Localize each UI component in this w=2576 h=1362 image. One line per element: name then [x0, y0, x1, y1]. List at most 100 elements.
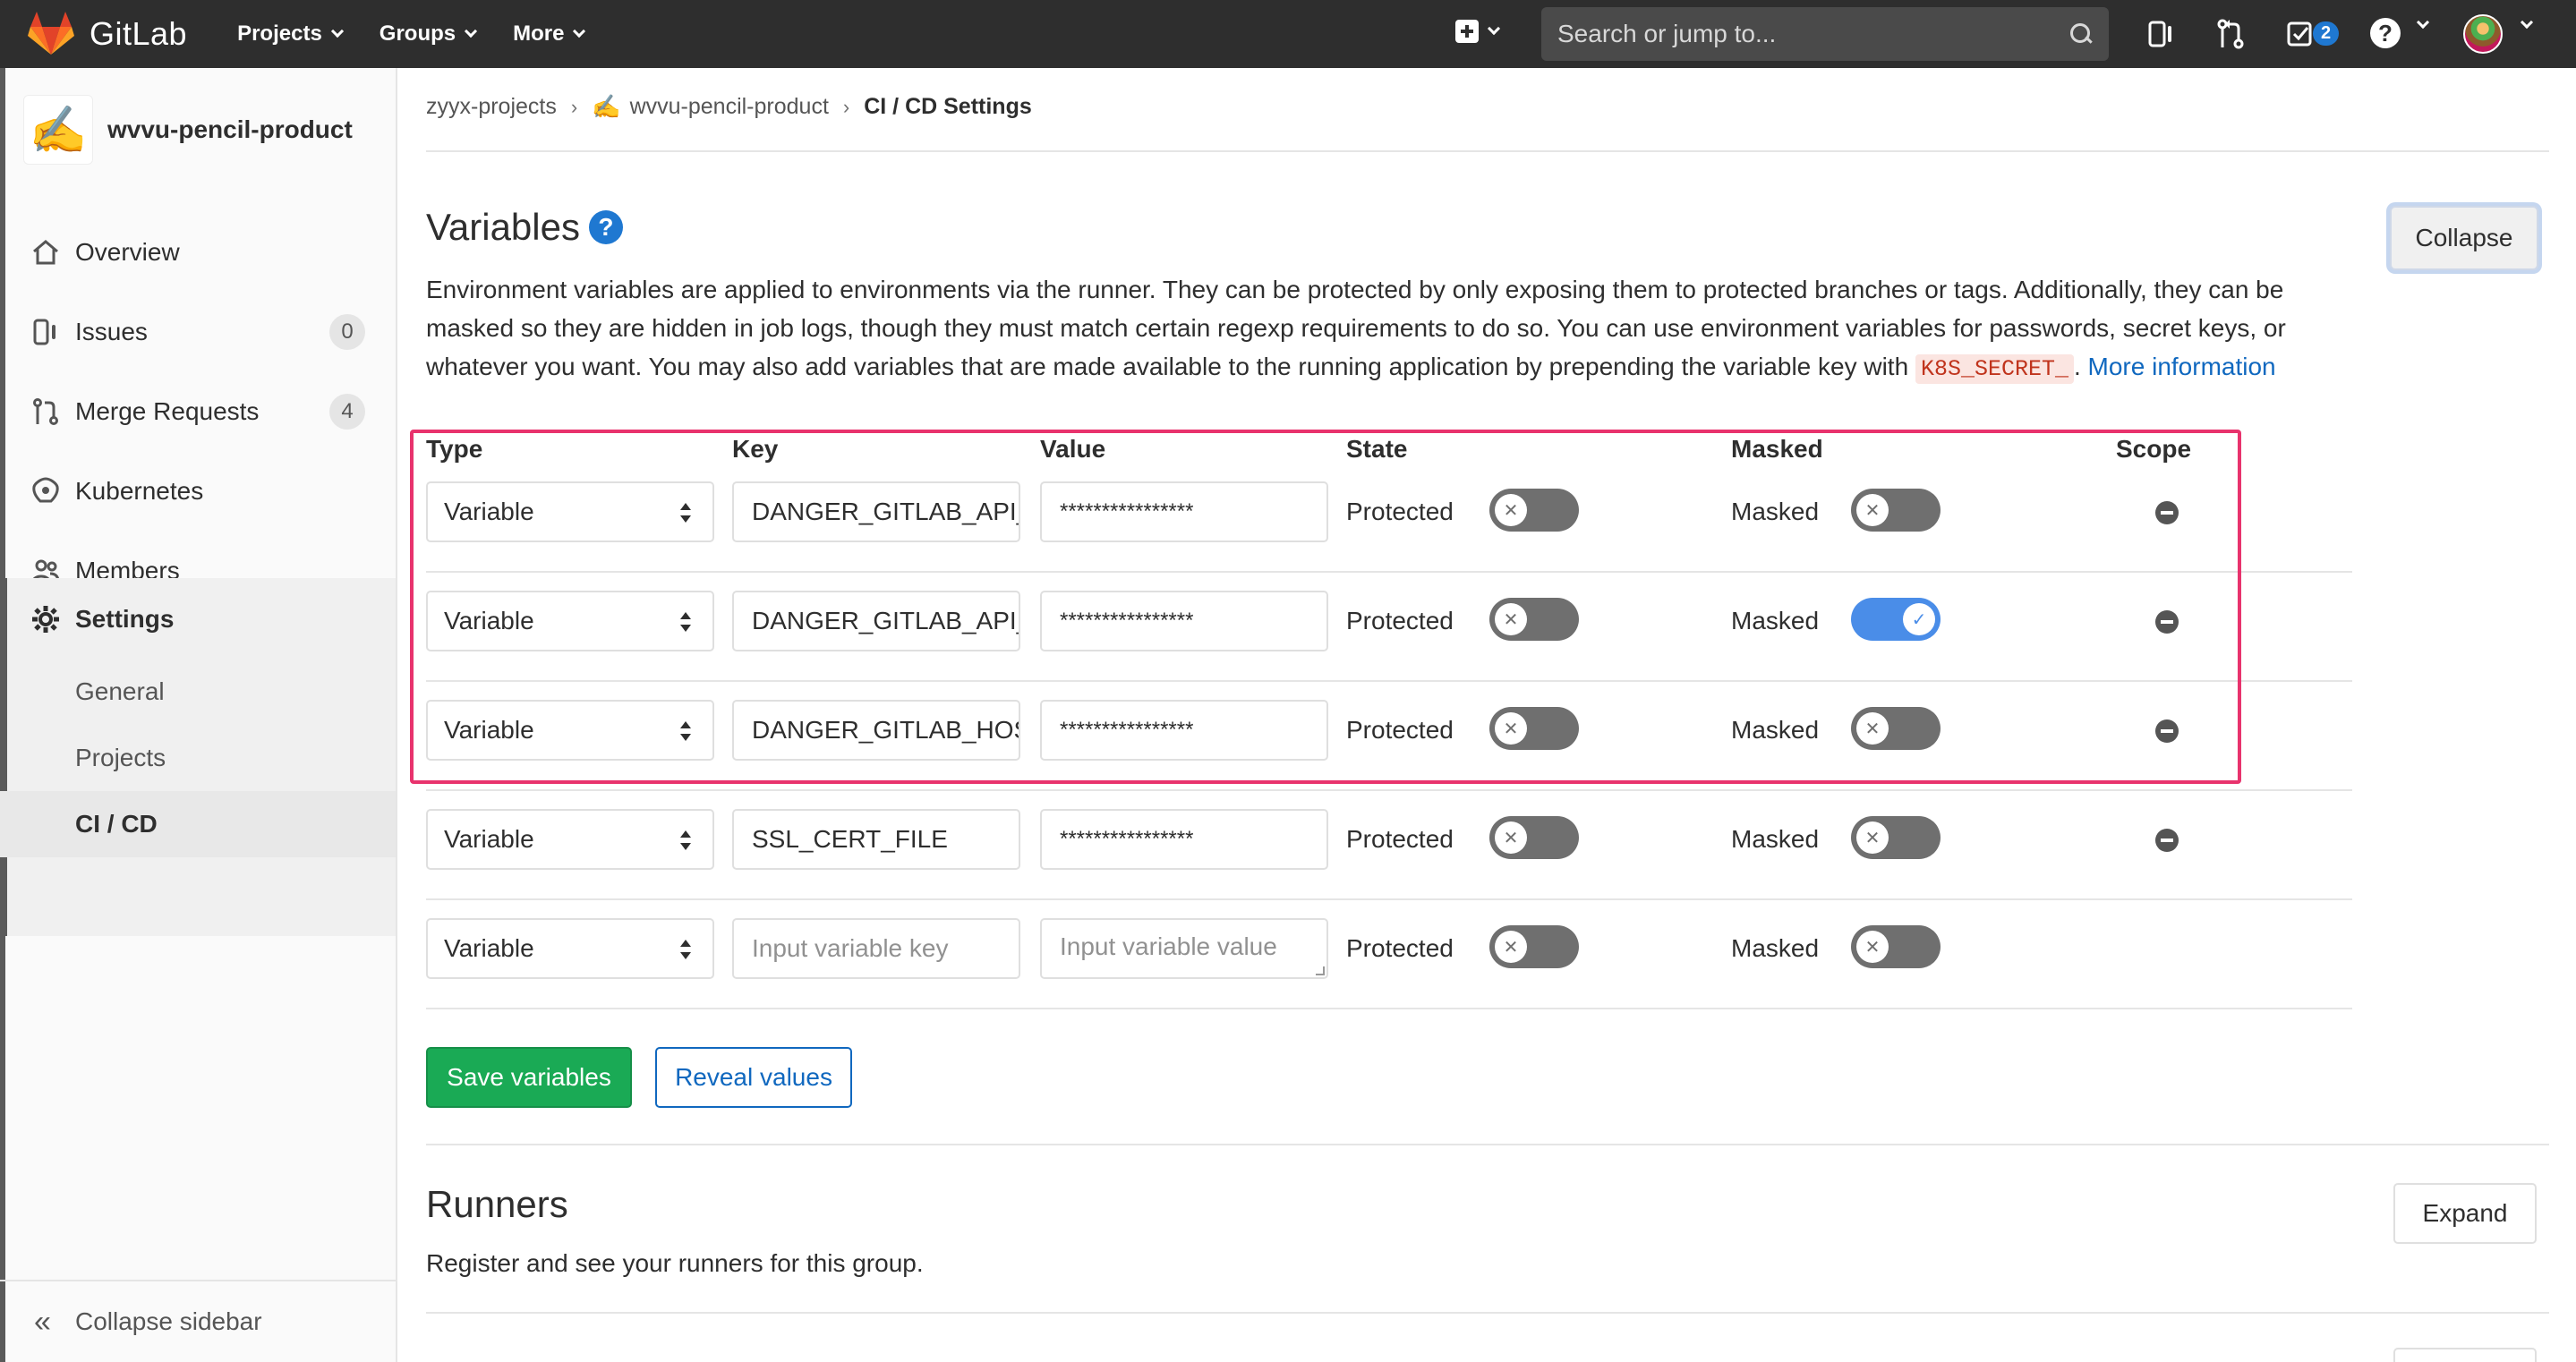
remove-variable-icon[interactable] — [2155, 501, 2179, 524]
top-navbar: GitLab Projects Groups More 2 ? — [0, 0, 2576, 68]
masked-toggle[interactable]: ✕ — [1851, 816, 1941, 859]
variable-type-value: Variable — [444, 825, 534, 853]
protected-toggle[interactable]: ✕ — [1489, 598, 1579, 641]
remove-variable-icon[interactable] — [2155, 829, 2179, 852]
sidebar-subitem-general[interactable]: General — [0, 659, 396, 725]
masked-toggle[interactable]: ✓ — [1851, 598, 1941, 641]
nav-more-dropdown[interactable]: More — [513, 21, 586, 47]
save-variables-button[interactable]: Save variables — [426, 1047, 632, 1108]
nav-groups-dropdown[interactable]: Groups — [380, 21, 478, 47]
variable-type-select[interactable]: Variable — [426, 481, 714, 542]
protected-toggle[interactable]: ✕ — [1489, 925, 1579, 968]
variable-type-value: Variable — [444, 607, 534, 634]
variables-description: Environment variables are applied to env… — [426, 270, 2350, 388]
sidebar-subitem-projects[interactable]: Projects — [0, 725, 396, 791]
project-emoji-icon: ✍️ — [592, 93, 621, 120]
help-icon[interactable]: ? — [2370, 18, 2401, 48]
issues-icon[interactable] — [2145, 18, 2177, 50]
variables-section-title: Variables ? — [426, 206, 623, 249]
sidebar-item-merge-requests[interactable]: Merge Requests 4 — [0, 376, 396, 447]
new-item-dropdown[interactable] — [1455, 20, 1501, 43]
breadcrumb-current[interactable]: CI / CD Settings — [864, 94, 1032, 120]
user-avatar[interactable] — [2463, 14, 2503, 54]
nav-more-label: More — [513, 21, 565, 46]
variable-type-select[interactable]: Variable — [426, 700, 714, 761]
issues-icon — [33, 319, 55, 345]
sidebar-item-overview[interactable]: Overview — [0, 217, 396, 288]
protected-toggle[interactable]: ✕ — [1489, 707, 1579, 750]
masked-toggle[interactable]: ✕ — [1851, 489, 1941, 532]
masked-toggle[interactable]: ✕ — [1851, 707, 1941, 750]
variable-type-select[interactable]: Variable — [426, 918, 714, 979]
variable-key-input[interactable] — [732, 700, 1020, 761]
row-divider — [426, 898, 2352, 900]
masked-toggle[interactable]: ✕ — [1851, 925, 1941, 968]
protected-toggle[interactable]: ✕ — [1489, 489, 1579, 532]
variable-value-input[interactable] — [1040, 809, 1328, 870]
expand-button[interactable]: Expand — [2393, 1183, 2537, 1244]
collapse-button[interactable]: Collapse — [2390, 206, 2538, 270]
project-name: wvvu-pencil-product — [107, 115, 353, 143]
column-header-value: Value — [1040, 435, 1106, 463]
variable-value-input[interactable] — [1040, 700, 1328, 761]
runners-section-title: Runners — [426, 1183, 568, 1225]
column-header-scope: Scope — [2116, 435, 2192, 463]
variable-key-input[interactable] — [732, 809, 1020, 870]
remove-variable-icon[interactable] — [2155, 610, 2179, 634]
reveal-values-button[interactable]: Reveal values — [655, 1047, 852, 1108]
sidebar-item-label: Overview — [75, 238, 180, 266]
question-circle-icon[interactable]: ? — [588, 210, 623, 244]
search-input[interactable] — [1557, 20, 2069, 48]
chevron-down-icon — [2416, 15, 2430, 30]
protected-toggle[interactable]: ✕ — [1489, 816, 1579, 859]
variables-title-text: Variables — [426, 206, 580, 248]
select-arrows-icon — [680, 721, 691, 743]
sidebar-subitem-ci-cd[interactable]: CI / CD — [0, 791, 396, 857]
variable-type-value: Variable — [444, 934, 534, 962]
gitlab-logo-link[interactable]: GitLab — [27, 0, 187, 68]
search-icon — [2069, 22, 2093, 46]
sidebar-item-kubernetes[interactable]: Kubernetes — [0, 455, 396, 527]
sidebar-item-label: Merge Requests — [75, 397, 260, 425]
variable-type-select[interactable]: Variable — [426, 591, 714, 651]
description-text-end: . — [2073, 353, 2088, 380]
sidebar-project-header[interactable]: ✍️ wvvu-pencil-product — [23, 95, 353, 165]
column-header-key: Key — [732, 435, 779, 463]
sidebar-subitem-label: General — [75, 677, 165, 705]
close-icon: ✕ — [1495, 821, 1527, 854]
more-information-link[interactable]: More information — [2088, 353, 2276, 380]
chevron-down-icon — [573, 24, 586, 38]
sidebar-item-settings[interactable]: Settings — [0, 583, 396, 655]
close-icon: ✕ — [1856, 712, 1889, 745]
merge-request-icon[interactable] — [2214, 18, 2247, 50]
variable-type-value: Variable — [444, 498, 534, 525]
variable-key-input[interactable] — [732, 591, 1020, 651]
sidebar-subitem-label: CI / CD — [75, 810, 158, 838]
next-section-button[interactable] — [2393, 1348, 2537, 1362]
variable-value-input[interactable] — [1040, 591, 1328, 651]
search-box[interactable] — [1541, 7, 2109, 61]
remove-variable-icon[interactable] — [2155, 719, 2179, 743]
nav-projects-label: Projects — [237, 21, 322, 46]
chevron-down-icon — [1487, 21, 1501, 36]
chevron-right-icon: › — [842, 95, 850, 118]
breadcrumb: zyyx-projects › ✍️ wvvu-pencil-product ›… — [426, 93, 1032, 121]
breadcrumb-group-link[interactable]: zyyx-projects — [426, 94, 557, 120]
variable-key-input[interactable] — [732, 481, 1020, 542]
breadcrumb-project-link[interactable]: wvvu-pencil-product — [630, 94, 829, 120]
brand-name: GitLab — [90, 15, 188, 52]
variable-value-input[interactable] — [1040, 918, 1328, 979]
variable-type-select[interactable]: Variable — [426, 809, 714, 870]
plus-square-icon — [1455, 20, 1479, 43]
resize-handle-icon[interactable] — [1316, 966, 1325, 975]
sidebar-item-label: Kubernetes — [75, 477, 204, 505]
protected-label: Protected — [1346, 934, 1454, 962]
collapse-sidebar-button[interactable]: « Collapse sidebar — [0, 1280, 396, 1362]
sidebar-item-issues[interactable]: Issues 0 — [0, 296, 396, 368]
nav-projects-dropdown[interactable]: Projects — [237, 21, 344, 47]
variable-value-input[interactable] — [1040, 481, 1328, 542]
masked-label: Masked — [1731, 716, 1820, 744]
kubernetes-icon — [32, 477, 59, 503]
sidebar-item-label: Issues — [75, 318, 148, 345]
variable-key-input[interactable] — [732, 918, 1020, 979]
